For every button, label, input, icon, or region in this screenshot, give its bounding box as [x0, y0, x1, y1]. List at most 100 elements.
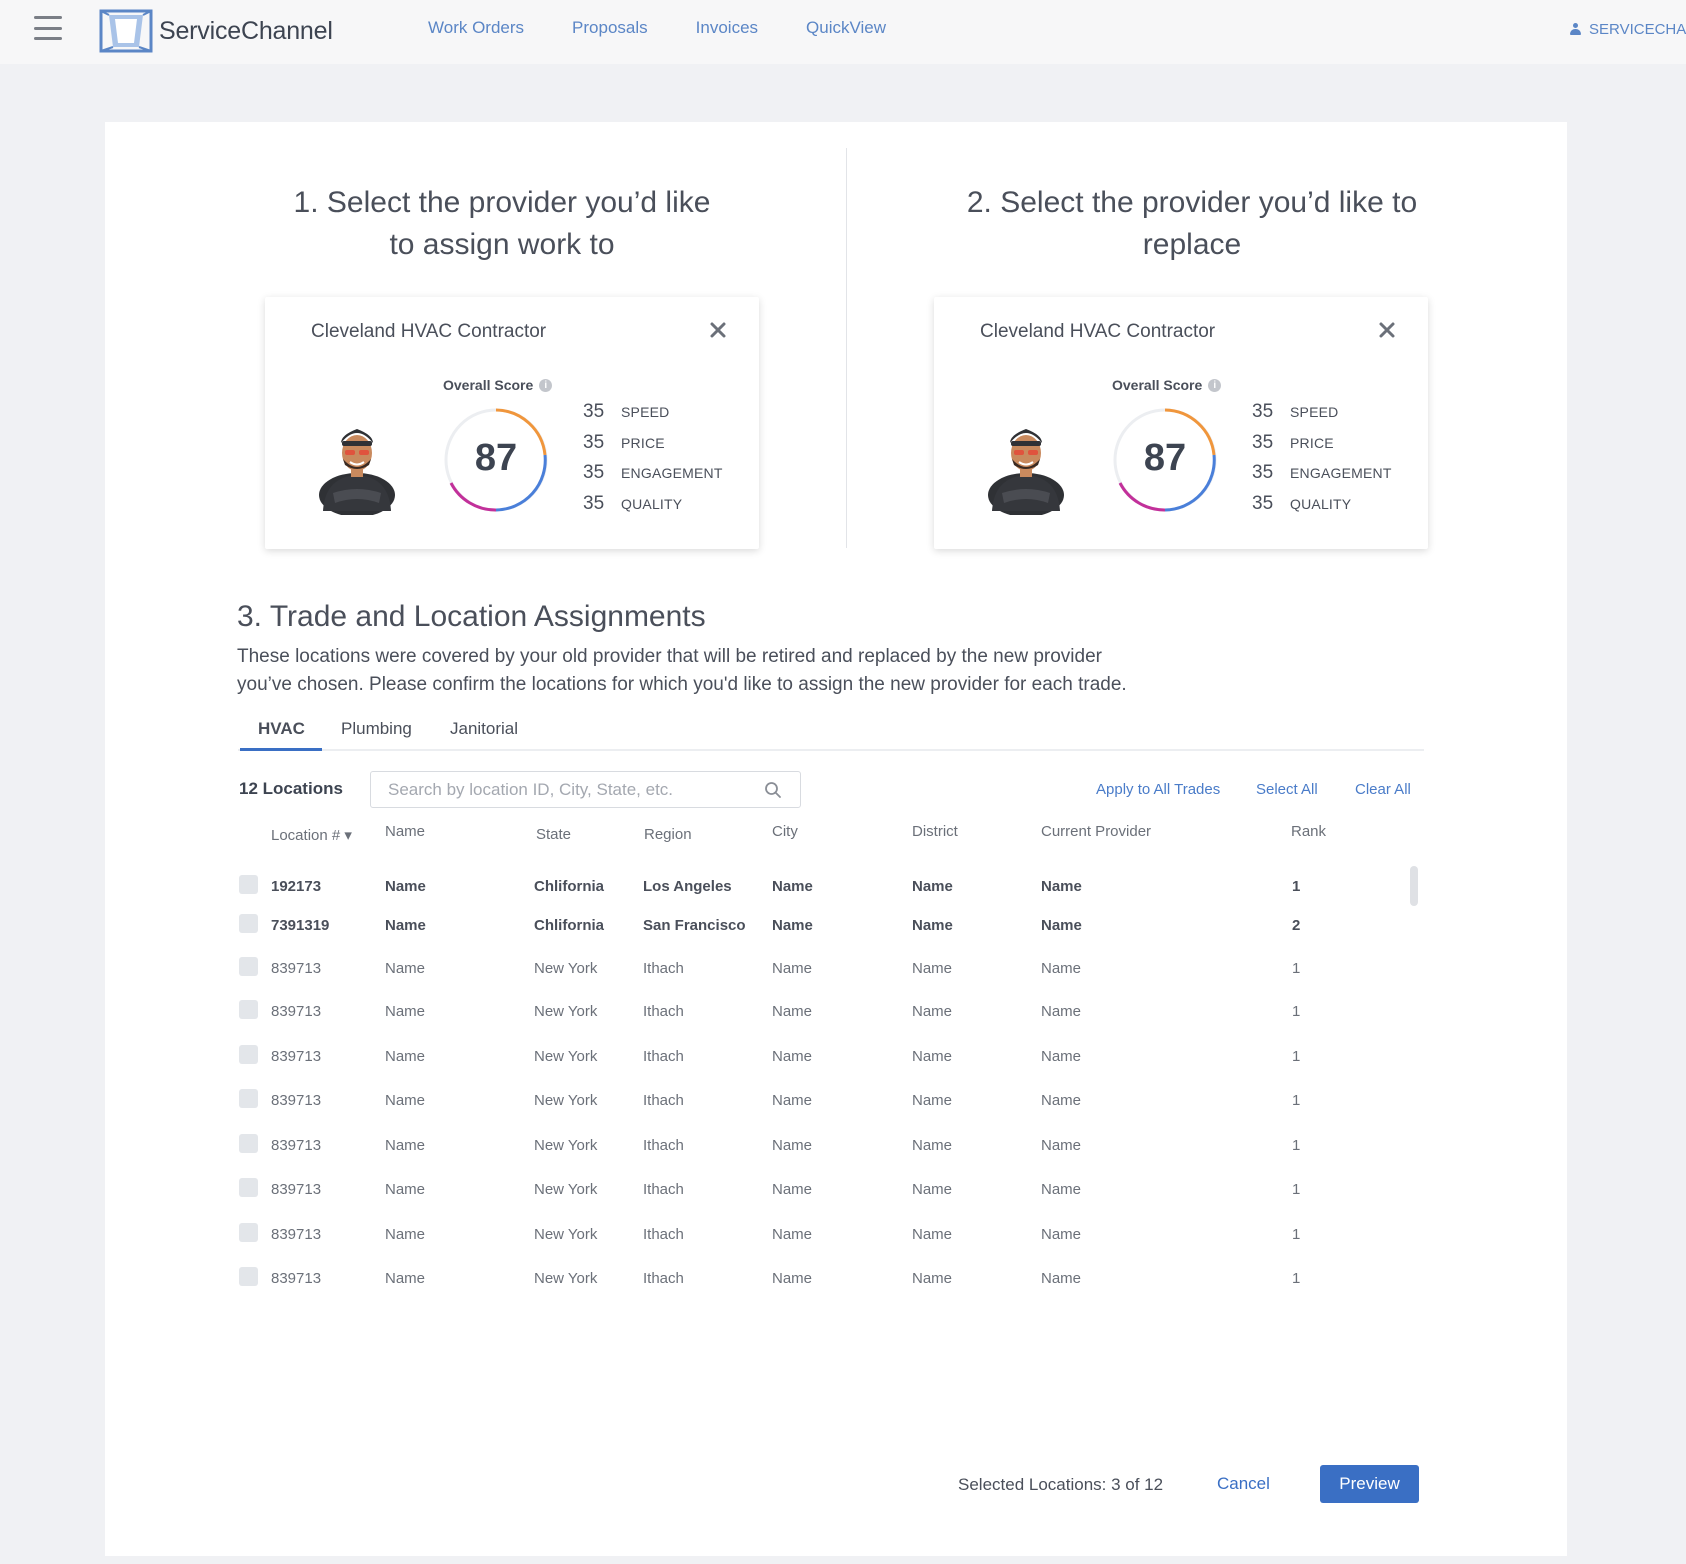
- column-header-name[interactable]: Name: [385, 823, 425, 840]
- column-header-region[interactable]: Region: [644, 826, 692, 843]
- select-all-link[interactable]: Select All: [1256, 781, 1318, 798]
- preview-button[interactable]: Preview: [1320, 1465, 1419, 1503]
- cell-state: New York: [534, 1270, 598, 1287]
- column-header-rank[interactable]: Rank: [1291, 823, 1326, 840]
- nav-work-orders[interactable]: Work Orders: [428, 18, 524, 38]
- table-row[interactable]: 839713 Name New York Ithach Name Name Name 1: [0, 1089, 1686, 1122]
- row-checkbox[interactable]: [239, 1223, 258, 1242]
- row-checkbox[interactable]: [239, 1178, 258, 1197]
- metric-label: SPEED: [1290, 404, 1339, 420]
- cell-location-id: 839713: [271, 1181, 322, 1198]
- cell-current-provider: Name: [1041, 960, 1082, 977]
- table-row[interactable]: 839713 Name New York Ithach Name Name Name 1: [0, 1000, 1686, 1033]
- table-row[interactable]: 839713 Name New York Ithach Name Name Name 1: [0, 1223, 1686, 1256]
- user-menu[interactable]: SERVICECHAN: [1570, 21, 1686, 38]
- metric-value: 35: [583, 401, 605, 422]
- table-row[interactable]: 7391319 Name Chlifornia San Francisco Name Na…: [0, 914, 1686, 947]
- table-row[interactable]: 839713 Name New York Ithach Name Name Name 1: [0, 1134, 1686, 1167]
- cell-current-provider: Name: [1041, 1003, 1082, 1020]
- top-nav-bar: ServiceChannel Work Orders Proposals Inv…: [0, 0, 1686, 64]
- row-checkbox[interactable]: [239, 875, 258, 894]
- location-count: 12 Locations: [239, 779, 343, 798]
- table-row[interactable]: 839713 Name New York Ithach Name Name Name 1: [0, 1178, 1686, 1211]
- metric-label: PRICE: [621, 434, 665, 451]
- search-input[interactable]: [388, 780, 748, 800]
- column-header-current-provider[interactable]: Current Provider: [1041, 823, 1151, 840]
- cell-region: Ithach: [643, 1226, 684, 1243]
- metric-label: ENGAGEMENT: [621, 465, 723, 481]
- assign-provider-card[interactable]: Cleveland HVAC Contractor Overall Score …: [265, 297, 759, 549]
- provider-avatar: [988, 429, 1064, 515]
- table-scrollbar[interactable]: [1410, 866, 1418, 906]
- cell-state: Chlifornia: [534, 878, 604, 895]
- cell-district: Name: [912, 1270, 953, 1287]
- column-header-state[interactable]: State: [536, 826, 571, 843]
- close-icon[interactable]: [707, 319, 729, 341]
- cell-district: Name: [912, 1048, 953, 1065]
- step3-desc-line2: you’ve chosen. Please confirm the locati…: [237, 674, 1127, 695]
- column-header-location[interactable]: Location # ▾: [271, 826, 352, 844]
- cell-state: New York: [534, 1181, 598, 1198]
- user-name: SERVICECHAN: [1589, 21, 1686, 38]
- logo[interactable]: ServiceChannel: [99, 7, 333, 55]
- logo-mark-icon: [99, 9, 153, 53]
- cell-name: Name: [385, 1092, 426, 1109]
- cell-city: Name: [772, 1092, 813, 1109]
- info-icon[interactable]: i: [1208, 378, 1222, 392]
- table-row[interactable]: 839713 Name New York Ithach Name Name Name 1: [0, 1045, 1686, 1078]
- cell-current-provider: Name: [1041, 878, 1082, 895]
- tab-plumbing[interactable]: Plumbing: [341, 719, 412, 739]
- step2-title-line1: 2. Select the provider you’d like to: [966, 186, 1418, 219]
- provider-name: Cleveland HVAC Contractor: [311, 321, 547, 342]
- tab-hvac[interactable]: HVAC: [258, 719, 305, 739]
- table-row[interactable]: 839713 Name New York Ithach Name Name Name 1: [0, 957, 1686, 990]
- row-checkbox[interactable]: [239, 1000, 258, 1019]
- replace-provider-card[interactable]: Cleveland HVAC Contractor Overall Score …: [934, 297, 1428, 549]
- column-header-city[interactable]: City: [772, 823, 798, 840]
- table-row[interactable]: 839713 Name New York Ithach Name Name Name 1: [0, 1267, 1686, 1300]
- metric-value: 35: [583, 492, 605, 514]
- column-header-district[interactable]: District: [912, 823, 958, 840]
- cell-region: Ithach: [643, 1003, 684, 1020]
- cell-state: New York: [534, 1092, 598, 1109]
- cancel-button[interactable]: Cancel: [1217, 1474, 1270, 1494]
- location-search[interactable]: [370, 771, 801, 808]
- cell-location-id: 839713: [271, 1137, 322, 1154]
- row-checkbox[interactable]: [239, 914, 258, 933]
- cell-city: Name: [772, 878, 813, 895]
- row-checkbox[interactable]: [239, 1089, 258, 1108]
- cell-city: Name: [772, 1181, 813, 1198]
- close-icon[interactable]: [1376, 319, 1398, 341]
- cell-city: Name: [772, 917, 813, 934]
- info-icon[interactable]: i: [539, 378, 553, 392]
- cell-rank: 1: [1292, 1048, 1301, 1065]
- metric-label: QUALITY: [621, 495, 683, 512]
- step-divider: [846, 148, 847, 548]
- row-checkbox[interactable]: [239, 957, 258, 976]
- search-icon[interactable]: [764, 781, 782, 799]
- cell-current-provider: Name: [1041, 1137, 1082, 1154]
- cell-current-provider: Name: [1041, 1092, 1082, 1109]
- cell-state: New York: [534, 1048, 598, 1065]
- menu-icon[interactable]: [34, 16, 62, 40]
- apply-to-all-trades-link[interactable]: Apply to All Trades: [1096, 781, 1220, 798]
- step3-desc-line1: These locations were covered by your old…: [237, 646, 1102, 667]
- row-checkbox[interactable]: [239, 1045, 258, 1064]
- row-checkbox[interactable]: [239, 1267, 258, 1286]
- cell-city: Name: [772, 1048, 813, 1065]
- table-row[interactable]: 192173 Name Chlifornia Los Angeles Name Name N…: [0, 875, 1686, 908]
- row-checkbox[interactable]: [239, 1134, 258, 1153]
- cell-rank: 2: [1292, 917, 1301, 934]
- step1-title: 1. Select the provider you’d like to ass…: [262, 182, 742, 266]
- metric-speed: 35 SPEED: [1252, 401, 1392, 432]
- nav-quickview[interactable]: QuickView: [806, 18, 886, 38]
- cell-district: Name: [912, 1181, 953, 1198]
- cell-city: Name: [772, 1270, 813, 1287]
- metric-quality: 35 QUALITY: [583, 493, 723, 524]
- nav-proposals[interactable]: Proposals: [572, 18, 648, 38]
- cell-current-provider: Name: [1041, 917, 1082, 934]
- tab-janitorial[interactable]: Janitorial: [450, 719, 518, 739]
- nav-invoices[interactable]: Invoices: [696, 18, 758, 38]
- cell-city: Name: [772, 1003, 813, 1020]
- clear-all-link[interactable]: Clear All: [1355, 781, 1411, 798]
